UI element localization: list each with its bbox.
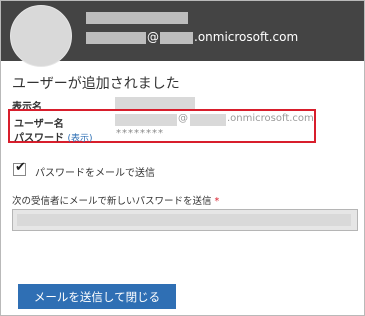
checkmark-icon: ✔ [15,160,26,175]
username-at: @ [178,113,188,124]
header-email-domain: .onmicrosoft.com [194,30,299,44]
header-email-at: @ [147,30,159,44]
header-name-redacted [86,12,188,24]
username-tenant-redacted [190,114,226,126]
username-label: ユーザー名 [14,119,64,130]
email-password-checkbox[interactable]: ✔ [13,160,26,176]
recipients-input[interactable] [12,209,358,231]
send-and-close-button[interactable]: メールを送信して閉じる [18,284,176,309]
recipients-label-text: 次の受信者にメールで新しいパスワードを送信 [12,196,212,207]
username-user-redacted [115,114,177,126]
username-domain: .onmicrosoft.com [227,113,314,124]
header-email-user-redacted [86,32,146,44]
show-password-link[interactable]: (表示) [67,134,92,144]
page-title: ユーザーが追加されました [12,76,180,92]
recipients-label: 次の受信者にメールで新しいパスワードを送信 * [12,193,219,207]
password-label: パスワード [14,133,64,144]
display-name-value-redacted [115,97,195,109]
header-email-tenant-redacted [160,32,193,44]
email-password-checkbox-label[interactable]: パスワードをメールで送信 [35,164,155,179]
password-value: ******** [116,128,164,139]
required-asterisk: * [214,196,220,207]
recipients-value-redacted [17,214,351,226]
password-label-row: パスワード (表示) [14,129,93,144]
avatar [10,5,72,67]
